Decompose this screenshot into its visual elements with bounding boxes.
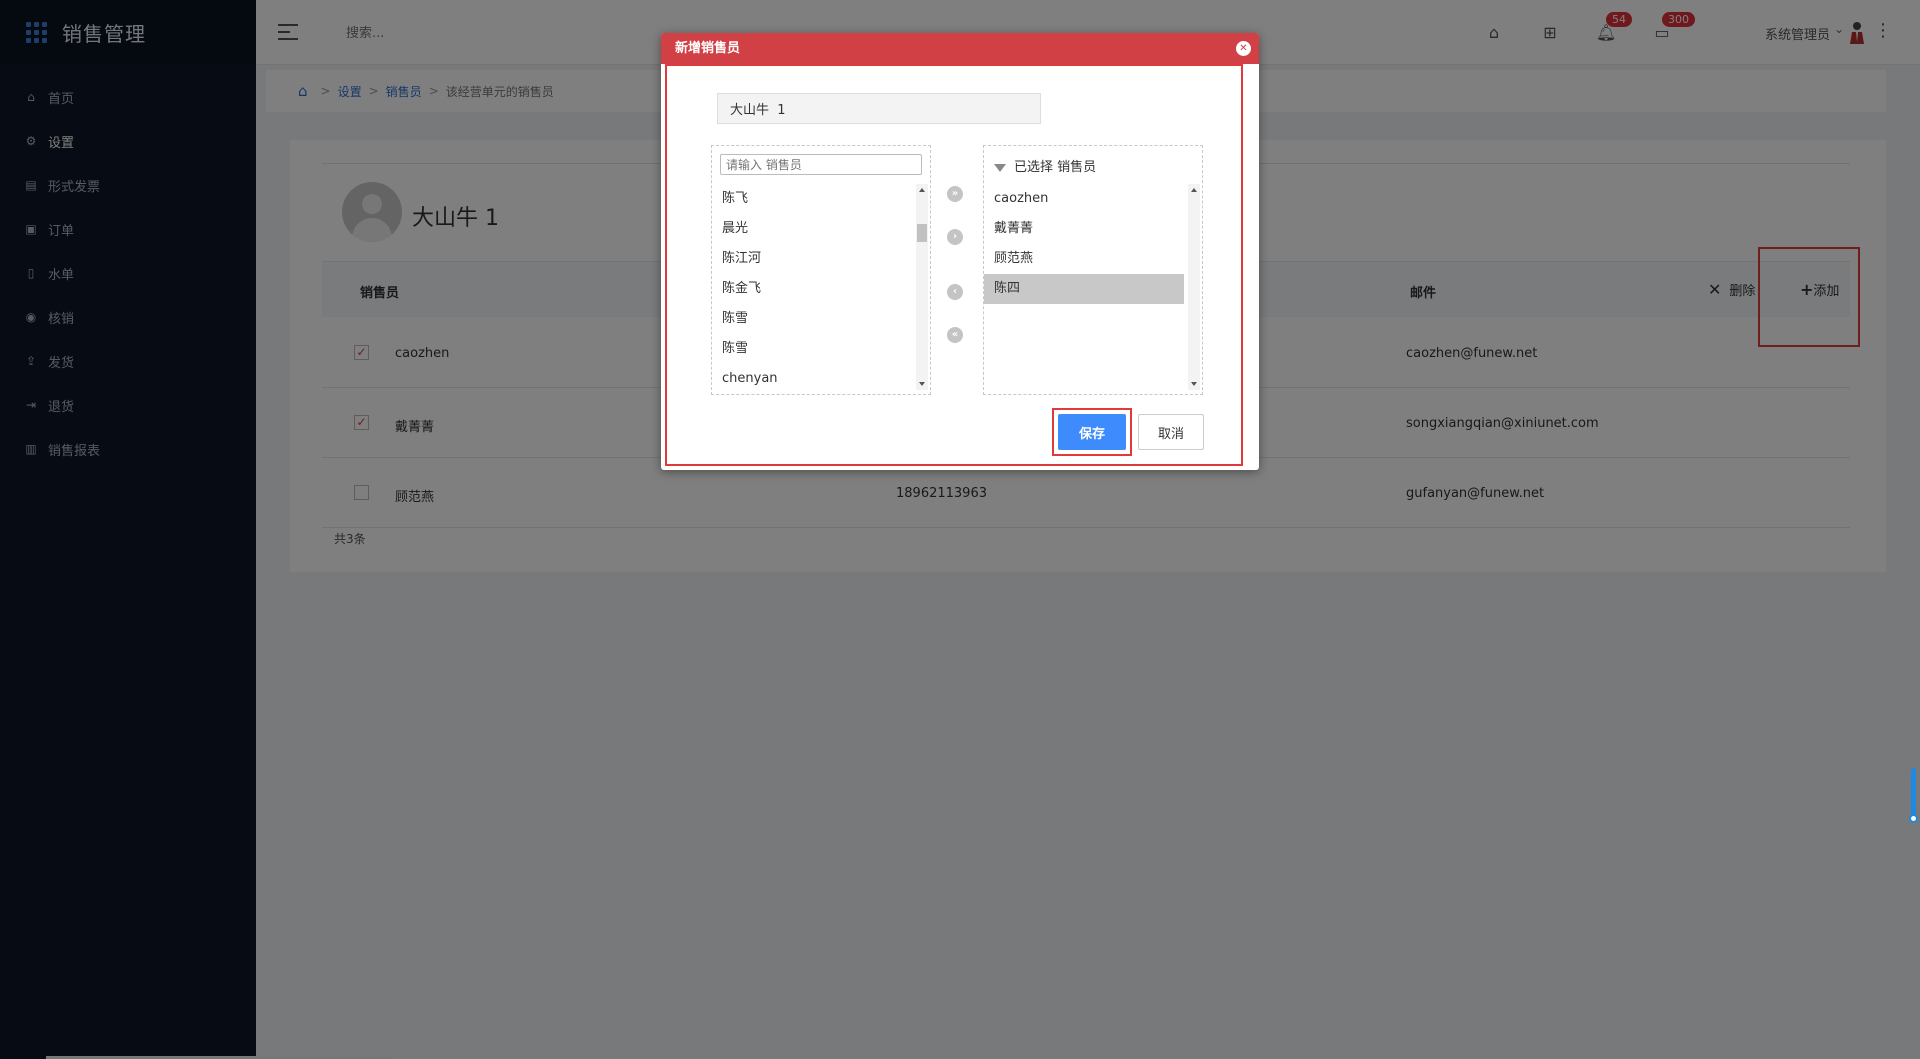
cancel-button[interactable]: 取消 <box>1138 414 1204 450</box>
scroll-handle[interactable] <box>1909 814 1918 823</box>
caret-down-icon <box>994 163 1006 172</box>
dialog-title: 新增销售员 <box>675 41 741 56</box>
scroll-down-icon[interactable] <box>1191 382 1197 386</box>
scroll-up-icon[interactable] <box>1191 188 1197 192</box>
move-right-icon[interactable]: › <box>947 229 963 245</box>
list-item[interactable]: caozhen <box>984 184 1184 214</box>
move-left-icon[interactable]: ‹ <box>947 284 963 300</box>
page-scroll-indicator[interactable] <box>1911 768 1916 820</box>
list-item[interactable]: 陈江河 <box>712 244 912 274</box>
available-salesperson-panel: 陈飞 晨光 陈江河 陈金飞 陈雪 陈雪 chenyan <box>711 145 931 395</box>
scroll-up-icon[interactable] <box>919 188 925 192</box>
available-list: 陈飞 晨光 陈江河 陈金飞 陈雪 陈雪 chenyan <box>712 184 912 394</box>
save-button[interactable]: 保存 <box>1058 414 1126 450</box>
scrollbar[interactable] <box>916 184 928 390</box>
selected-header[interactable]: 已选择 销售员 <box>994 156 1096 175</box>
move-all-left-icon[interactable]: « <box>947 327 963 343</box>
dialog-header: 新增销售员 ✕ <box>661 33 1259 64</box>
list-item[interactable]: chenyan <box>712 364 912 394</box>
add-salesperson-dialog: 新增销售员 ✕ 陈飞 晨光 陈江河 陈金飞 陈雪 陈雪 chenyan » › … <box>661 33 1259 470</box>
list-item[interactable]: 陈雪 <box>712 334 912 364</box>
list-item[interactable]: 陈雪 <box>712 304 912 334</box>
scrollbar[interactable] <box>1188 184 1200 390</box>
selected-list: caozhen 戴菁菁 顾范燕 陈四 <box>984 184 1184 304</box>
selected-salesperson-panel: 已选择 销售员 caozhen 戴菁菁 顾范燕 陈四 <box>983 145 1203 395</box>
list-item[interactable]: 陈金飞 <box>712 274 912 304</box>
list-item[interactable]: 顾范燕 <box>984 244 1184 274</box>
selected-header-label: 已选择 销售员 <box>1014 160 1097 175</box>
salesperson-search-input[interactable] <box>720 154 922 175</box>
list-item[interactable]: 陈飞 <box>712 184 912 214</box>
scroll-thumb[interactable] <box>917 224 927 242</box>
list-item-selected[interactable]: 陈四 <box>984 274 1184 304</box>
move-all-right-icon[interactable]: » <box>947 186 963 202</box>
list-item[interactable]: 戴菁菁 <box>984 214 1184 244</box>
list-item[interactable]: 晨光 <box>712 214 912 244</box>
scroll-down-icon[interactable] <box>919 382 925 386</box>
close-icon[interactable]: ✕ <box>1236 41 1251 56</box>
dealer-field[interactable] <box>717 93 1041 124</box>
